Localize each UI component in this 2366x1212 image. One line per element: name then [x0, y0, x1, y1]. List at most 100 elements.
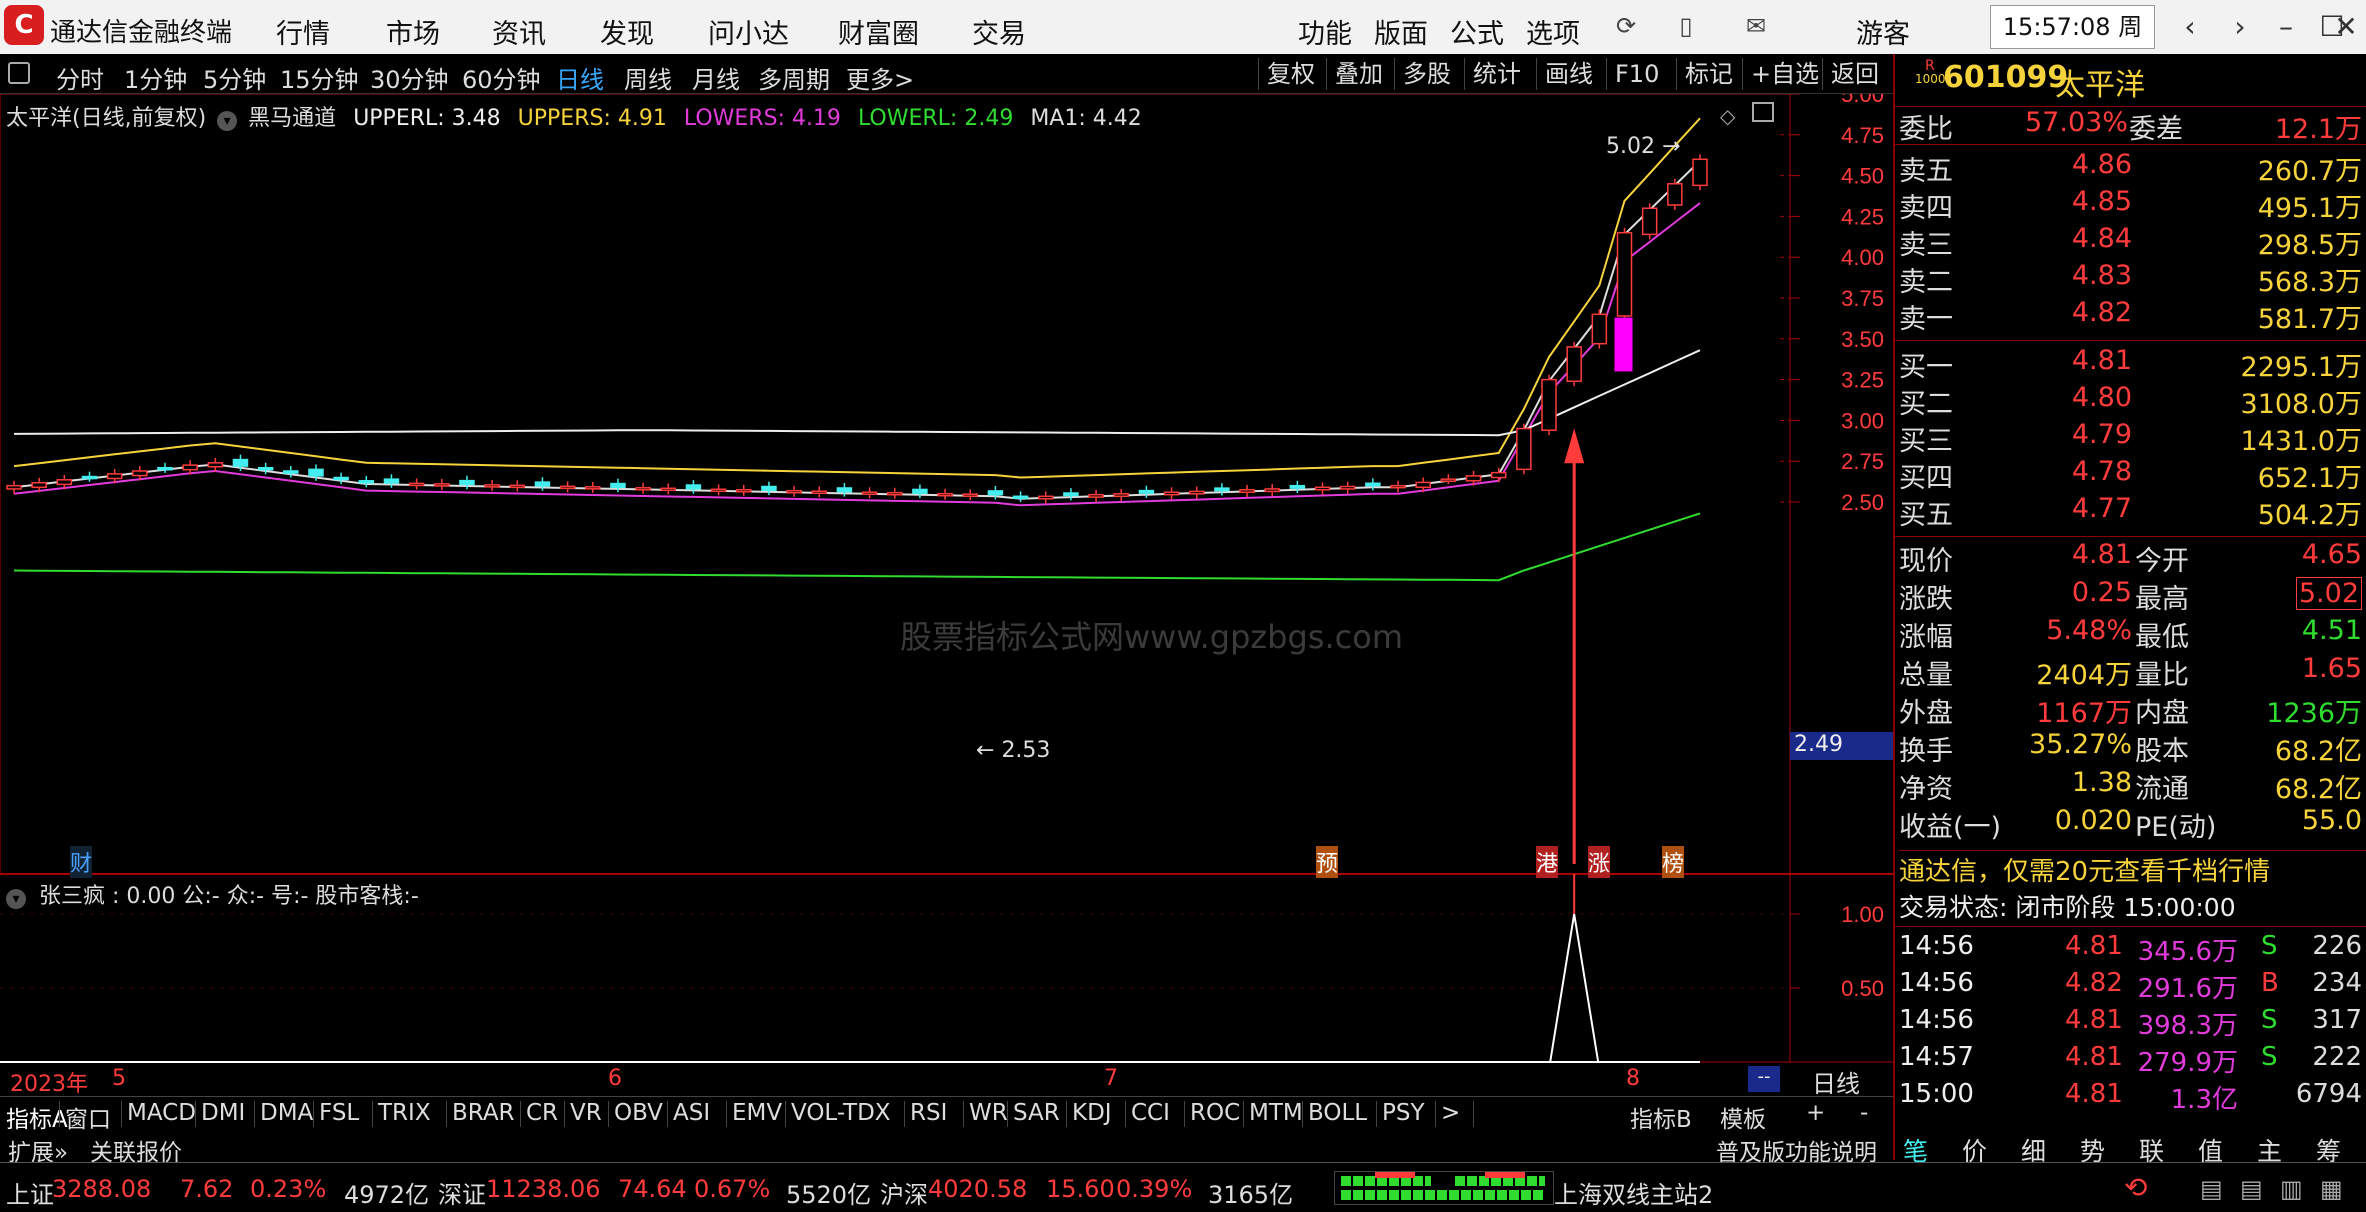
panel-toggle-icon[interactable] — [8, 62, 30, 84]
btn-duogu[interactable]: 多股 — [1394, 58, 1459, 90]
refresh-icon[interactable]: ⟳ — [1610, 10, 1642, 42]
period-60min[interactable]: 60分钟 — [462, 60, 541, 95]
indicator-tab-trix[interactable]: TRIX — [378, 1100, 431, 1126]
kline-chart[interactable]: 5.00 4.75 4.50 4.25 4.00 3.75 3.50 3.25 3.00 2.75… — [0, 94, 1893, 1160]
back-arrow-icon[interactable]: ‹ — [2170, 8, 2210, 46]
forward-arrow-icon[interactable]: › — [2220, 8, 2260, 46]
btn-huaxian[interactable]: 画线 — [1536, 58, 1601, 90]
template-button[interactable]: 模板 — [1720, 1100, 1766, 1134]
indicator-tab-wr[interactable]: WR — [969, 1100, 1008, 1126]
indicator-tab-x[interactable]: > — [1441, 1100, 1460, 1126]
menu-zixun[interactable]: 资讯 — [492, 12, 546, 51]
indicator-tab-xx[interactable]: 窗口 — [65, 1100, 111, 1134]
candle-body — [157, 466, 173, 471]
mail-icon[interactable]: ✉ — [1740, 10, 1772, 42]
indicator-tab-brar[interactable]: BRAR — [452, 1100, 515, 1126]
period-fenshi[interactable]: 分时 — [56, 60, 104, 95]
indicator-separator — [195, 1101, 196, 1127]
indicator-tab-roc[interactable]: ROC — [1190, 1100, 1240, 1126]
mobile-icon[interactable]: ▯ — [1670, 10, 1702, 42]
indicator-tab-rsi[interactable]: RSI — [910, 1100, 947, 1126]
indicator-tab-sar[interactable]: SAR — [1013, 1100, 1060, 1126]
menu-hangqing[interactable]: 行情 — [276, 12, 330, 51]
scroll-dashes[interactable]: -- — [1748, 1066, 1780, 1092]
user-guest[interactable]: 游客 — [1856, 12, 1910, 51]
menu-faxian[interactable]: 发现 — [600, 12, 654, 51]
bid-volume: 1431.0万 — [2240, 426, 2362, 457]
stock-code: 601099 — [1943, 60, 2069, 95]
chart-svg[interactable]: 5.00 4.75 4.50 4.25 4.00 3.75 3.50 3.25 3.00 2.75… — [0, 94, 1893, 1096]
indicator-tab-cci[interactable]: CCI — [1131, 1100, 1170, 1126]
layout-icon[interactable]: ▥ — [2280, 1175, 2303, 1203]
btn-zixuan[interactable]: +自选 — [1742, 58, 1827, 90]
indicator-tab-asi[interactable]: ASI — [673, 1100, 710, 1126]
period-multi[interactable]: 多周期 — [758, 60, 830, 95]
indicator-tab-dma[interactable]: DMA — [260, 1100, 313, 1126]
btn-fanhui[interactable]: 返回 — [1822, 58, 1887, 90]
period-weekly[interactable]: 周线 — [624, 60, 672, 95]
marker-gang[interactable]: 港 — [1536, 846, 1559, 878]
indicator-separator — [1184, 1101, 1185, 1127]
marker-bang[interactable]: 榜 — [1662, 846, 1685, 878]
btn-biaoji[interactable]: 标记 — [1676, 58, 1741, 90]
indicator-tab-emv[interactable]: EMV — [732, 1100, 782, 1126]
menu-caifuquan[interactable]: 财富圈 — [838, 12, 919, 51]
doc2-icon[interactable]: ▤ — [2240, 1175, 2263, 1203]
chevron-down-icon[interactable]: ▾ — [217, 111, 238, 131]
indicator-b-button[interactable]: 指标B — [1630, 1100, 1692, 1134]
indicator-tab-mtm[interactable]: MTM — [1249, 1100, 1303, 1126]
period-15min[interactable]: 15分钟 — [280, 60, 359, 95]
connection-icon[interactable]: ⟲ — [2124, 1171, 2147, 1204]
y-ticks: 5.00 4.75 4.50 4.25 4.00 3.75 3.50 3.25 3.00 2.75… — [1790, 94, 1884, 1001]
marker-cai[interactable]: 财 — [70, 846, 93, 878]
menu-jiaoyi[interactable]: 交易 — [972, 12, 1026, 51]
diamond-icon[interactable]: ◇ — [1720, 104, 1735, 128]
menu-shichang[interactable]: 市场 — [386, 12, 440, 51]
minimize-icon[interactable]: – — [2266, 8, 2306, 46]
tick-time: 15:00 — [1899, 1079, 1974, 1109]
quote-label-2: 股本 — [2135, 736, 2189, 767]
indicator-tab-boll[interactable]: BOLL — [1308, 1100, 1367, 1126]
menu-banmian[interactable]: 版面 — [1374, 12, 1428, 51]
chevron-down-icon[interactable]: ▾ — [6, 889, 26, 909]
add-pane-button[interactable]: + — [1806, 1100, 1825, 1126]
period-more[interactable]: 更多> — [846, 60, 914, 95]
period-1min[interactable]: 1分钟 — [124, 60, 187, 95]
doc-icon[interactable]: ▤ — [2200, 1175, 2223, 1203]
period-label[interactable]: 日线 — [1812, 1064, 1860, 1099]
marker-yu[interactable]: 预 — [1316, 846, 1339, 878]
xaxis-month-7: 7 — [1104, 1066, 1118, 1091]
marker-zhang[interactable]: 涨 — [1588, 846, 1611, 878]
btn-diejia[interactable]: 叠加 — [1326, 58, 1391, 90]
indicator-tab-kdj[interactable]: KDJ — [1072, 1100, 1112, 1126]
sh-change: 7.62 — [180, 1175, 234, 1203]
menu-xuanxiang[interactable]: 选项 — [1526, 12, 1580, 51]
indicator-separator — [1435, 1101, 1436, 1127]
menu-gongneng[interactable]: 功能 — [1298, 12, 1352, 51]
indicator-tab-obv[interactable]: OBV — [614, 1100, 663, 1126]
window-icon[interactable] — [1752, 102, 1774, 122]
menu-wenxiaoda[interactable]: 问小达 — [708, 12, 789, 51]
indicator-tab-dmi[interactable]: DMI — [201, 1100, 245, 1126]
menu-gongshi[interactable]: 公式 — [1450, 12, 1504, 51]
tick-count: 6794 — [2295, 1079, 2362, 1109]
indicator-tab-psy[interactable]: PSY — [1382, 1100, 1425, 1126]
indicator-tab-volxtdx[interactable]: VOL-TDX — [791, 1100, 891, 1126]
promo-banner[interactable]: 通达信，仅需20元查看千档行情 — [1899, 850, 2366, 888]
period-30min[interactable]: 30分钟 — [370, 60, 449, 95]
indicator-tab-fsl[interactable]: FSL — [319, 1100, 359, 1126]
grid-icon[interactable]: ▦ — [2320, 1175, 2343, 1203]
indicator-tab-macd[interactable]: MACD — [127, 1100, 196, 1126]
btn-f10[interactable]: F10 — [1606, 58, 1667, 90]
remove-pane-button[interactable]: - — [1860, 1100, 1868, 1126]
indicator-tab-vr[interactable]: VR — [570, 1100, 602, 1126]
watermark: 股票指标公式网www.gpzbgs.com — [900, 618, 1403, 656]
period-monthly[interactable]: 月线 — [692, 60, 740, 95]
indicator-tab-cr[interactable]: CR — [526, 1100, 558, 1126]
period-daily[interactable]: 日线 — [556, 60, 604, 95]
btn-tongji[interactable]: 统计 — [1464, 58, 1529, 90]
close-icon[interactable]: ✕ — [2326, 8, 2366, 46]
btn-fuquan[interactable]: 复权 — [1258, 58, 1323, 90]
tick-price: 4.82 — [2065, 968, 2123, 998]
period-5min[interactable]: 5分钟 — [203, 60, 266, 95]
